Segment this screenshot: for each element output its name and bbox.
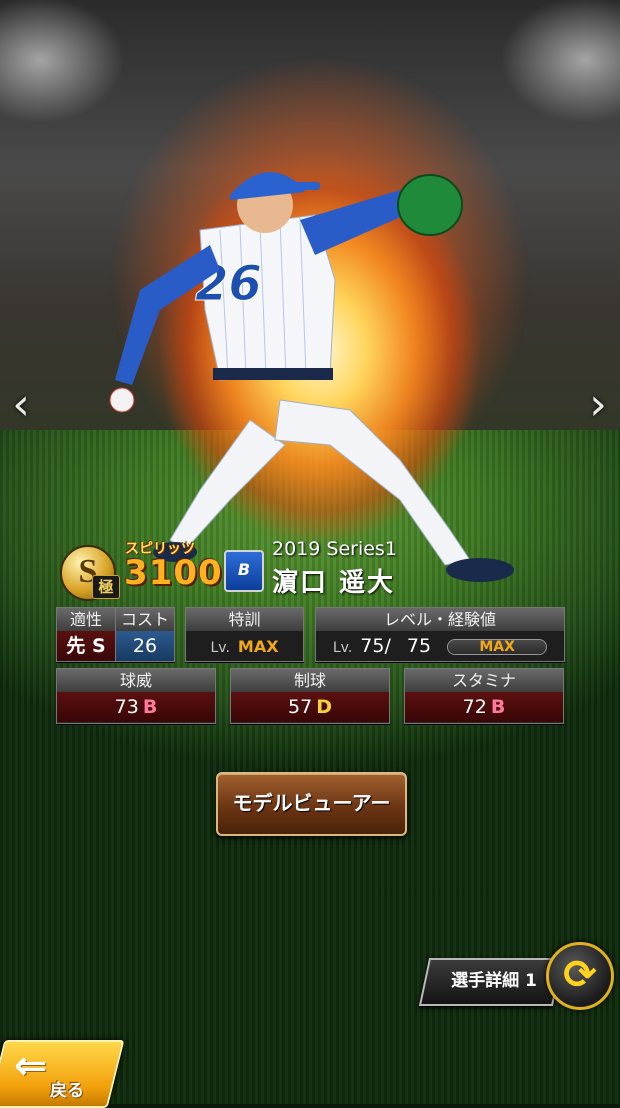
exp-bar: MAX <box>447 638 548 655</box>
exp-bar-label: MAX <box>479 638 515 655</box>
ability-velocity-panel: 球威 73 B <box>56 668 216 724</box>
ability-control-panel: 制球 57 D <box>230 668 390 724</box>
rank-sub-badge: 極 <box>92 575 120 599</box>
aptitude-label: 適性 <box>57 608 115 631</box>
model-viewer-button[interactable]: モデルビューアー <box>216 772 407 836</box>
ability-velocity-grade: B <box>142 696 158 718</box>
back-arrow-icon[interactable]: ⇐ <box>14 1046 48 1086</box>
ability-stamina-label: スタミナ <box>405 669 563 692</box>
cost-label: コスト <box>116 608 174 631</box>
cost-panel: コスト 26 <box>115 607 175 662</box>
ability-velocity-value: 73 <box>114 696 139 718</box>
ability-control-body: 57 D <box>231 692 389 722</box>
ability-stamina-value: 72 <box>462 696 487 718</box>
aptitude-panel: 適性 先 S <box>56 607 116 662</box>
training-panel: 特訓 Lv. MAX <box>185 607 304 662</box>
spirits-value: 3100 <box>124 553 223 593</box>
team-logo-icon: B <box>224 550 264 592</box>
ability-control-grade: D <box>316 696 332 718</box>
level-exp-panel: レベル・経験値 Lv. 75/ 75 MAX <box>315 607 565 662</box>
level-body: Lv. 75/ 75 MAX <box>316 631 564 661</box>
ability-velocity-body: 73 B <box>57 692 215 722</box>
back-label[interactable]: 戻る <box>50 1076 84 1101</box>
ability-velocity-label: 球威 <box>57 669 215 692</box>
level-current: 75/ <box>360 635 391 657</box>
next-player-arrow[interactable]: › <box>583 380 613 430</box>
training-label: 特訓 <box>186 608 303 631</box>
cost-value: 26 <box>116 631 174 661</box>
level-max: 75 <box>406 635 432 657</box>
player-detail-label[interactable]: 選手詳細 1 <box>434 968 554 994</box>
aptitude-value: 先 S <box>57 631 115 661</box>
level-exp-label: レベル・経験値 <box>316 608 564 631</box>
training-lv-prefix: Lv. <box>210 640 230 656</box>
ability-stamina-panel: スタミナ 72 B <box>404 668 564 724</box>
ability-stamina-body: 72 B <box>405 692 563 722</box>
player-name: 濵口 遥大 <box>272 568 396 598</box>
pitcher-illustration: 26 <box>109 172 514 582</box>
training-body: Lv. MAX <box>186 631 303 661</box>
training-value: MAX <box>237 637 279 656</box>
previous-player-arrow[interactable]: ‹ <box>6 380 36 430</box>
level-lv-prefix: Lv. <box>332 640 353 656</box>
ability-control-value: 57 <box>288 696 313 718</box>
ability-stamina-grade: B <box>490 696 506 718</box>
card-series: 2019 Series1 <box>272 538 397 560</box>
ability-control-label: 制球 <box>231 669 389 692</box>
switch-view-icon[interactable]: ⟳ <box>546 942 614 1010</box>
